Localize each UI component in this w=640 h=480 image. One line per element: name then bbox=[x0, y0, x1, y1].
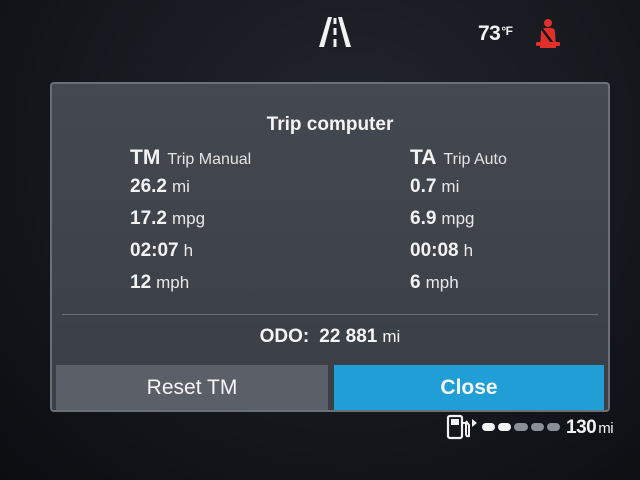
economy-unit: mpg bbox=[441, 209, 475, 228]
trip-auto-speed: 6 mph bbox=[410, 272, 507, 304]
economy-unit: mpg bbox=[171, 209, 206, 228]
fuel-level-bar bbox=[482, 423, 561, 431]
dialog-title: Trip computer bbox=[266, 114, 394, 135]
range-value: 130 bbox=[566, 417, 597, 438]
distance-unit: mi bbox=[171, 177, 190, 196]
distance-value: 26.2 bbox=[130, 176, 167, 197]
fuel-level-segment bbox=[482, 423, 496, 431]
instrument-cluster-screen: 73°F Trip computer TM Trip Manual 26.2 m… bbox=[0, 0, 640, 480]
trip-auto-abbr: TA bbox=[410, 146, 437, 169]
trip-manual-header: TM Trip Manual bbox=[130, 146, 251, 176]
trip-manual-speed: 12 mph bbox=[130, 272, 251, 304]
trip-auto-label: Trip Auto bbox=[443, 151, 507, 168]
fuel-level-segment bbox=[498, 423, 512, 431]
trip-manual-time: 02:07 h bbox=[130, 240, 251, 272]
close-button[interactable]: Close bbox=[334, 365, 604, 410]
trip-manual-economy: 17.2 mpg bbox=[130, 208, 251, 240]
odometer: ODO: 22 881 mi bbox=[52, 326, 608, 348]
distance-unit: mi bbox=[441, 177, 460, 196]
speed-unit: mph bbox=[156, 273, 190, 292]
odometer-unit: mi bbox=[382, 327, 401, 346]
fuel-pump-icon bbox=[446, 414, 477, 440]
lane-assist-icon bbox=[319, 17, 351, 47]
fuel-level-segment bbox=[514, 423, 528, 431]
range-unit: mi bbox=[598, 420, 614, 437]
trip-auto-distance: 0.7 mi bbox=[410, 176, 507, 208]
odometer-value: 22 881 bbox=[319, 326, 378, 347]
trip-manual-label: Trip Manual bbox=[167, 151, 252, 168]
dialog-divider bbox=[62, 314, 598, 315]
fuel-range: 130 mi bbox=[566, 417, 614, 439]
time-unit: h bbox=[183, 241, 194, 260]
trip-auto-time: 00:08 h bbox=[410, 240, 507, 272]
trip-computer-dialog: Trip computer TM Trip Manual 26.2 mi 17.… bbox=[50, 82, 610, 412]
time-value: 02:07 bbox=[130, 240, 179, 261]
trip-auto-economy: 6.9 mpg bbox=[410, 208, 507, 240]
trip-auto-column: TA Trip Auto 0.7 mi 6.9 mpg 00:08 h 6 mp… bbox=[410, 146, 507, 304]
reset-tm-button[interactable]: Reset TM bbox=[56, 365, 328, 410]
speed-unit: mph bbox=[425, 273, 459, 292]
temperature-value: 73 bbox=[478, 22, 501, 45]
time-value: 00:08 bbox=[410, 240, 459, 261]
economy-value: 17.2 bbox=[130, 208, 167, 229]
time-unit: h bbox=[463, 241, 474, 260]
trip-manual-abbr: TM bbox=[130, 146, 161, 169]
fuel-level-segment bbox=[530, 423, 544, 431]
seatbelt-warning-icon bbox=[536, 19, 560, 48]
trip-auto-header: TA Trip Auto bbox=[410, 146, 507, 176]
temperature-unit: °F bbox=[501, 24, 513, 38]
odometer-label: ODO: bbox=[259, 326, 310, 347]
speed-value: 12 bbox=[130, 272, 152, 293]
fuel-level-segment bbox=[546, 423, 561, 431]
speed-value: 6 bbox=[410, 272, 421, 293]
distance-value: 0.7 bbox=[410, 176, 437, 197]
trip-manual-column: TM Trip Manual 26.2 mi 17.2 mpg 02:07 h … bbox=[130, 146, 251, 304]
outside-temperature: 73°F bbox=[478, 22, 513, 46]
trip-manual-distance: 26.2 mi bbox=[130, 176, 251, 208]
economy-value: 6.9 bbox=[410, 208, 437, 229]
